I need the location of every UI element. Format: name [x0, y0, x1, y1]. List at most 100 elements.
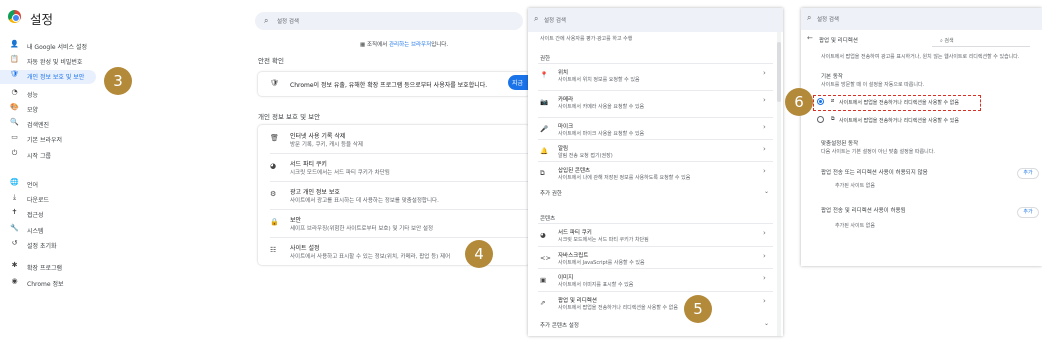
sidebar-item[interactable]: ◉ Chrome 정보: [0, 277, 100, 291]
add-allowed-button[interactable]: 추가: [1017, 207, 1039, 218]
power-icon: ⏻: [11, 149, 18, 157]
divider: [538, 90, 773, 91]
managed-browser-link[interactable]: 관리하는 브라우저: [389, 42, 431, 48]
privacy-row-title: 인터넷 사용 기록 삭제: [290, 133, 346, 140]
image-icon: ▣: [540, 276, 547, 284]
scrollbar[interactable]: [777, 32, 781, 336]
settings-search-input[interactable]: ⌕ 설정 검색: [255, 12, 523, 30]
scrollbar-thumb[interactable]: [777, 42, 781, 102]
sidebar-item-label: 성능: [27, 92, 39, 99]
add-not-allowed-button[interactable]: 추가: [1017, 168, 1039, 179]
cookie-icon: ◕: [270, 162, 277, 170]
divider: [538, 291, 773, 292]
sidebar-item[interactable]: ▭ 기본 브라우저: [0, 133, 100, 147]
code-icon: <>: [540, 254, 551, 262]
divider: [538, 246, 773, 247]
sidebar-item[interactable]: 🛡 개인 정보 보호 및 보안: [0, 70, 96, 84]
group-label: 콘텐츠: [540, 216, 556, 222]
chevron-right-icon: ›: [763, 229, 766, 237]
sidebar-item[interactable]: ✱ 확장 프로그램: [0, 261, 100, 275]
site-setting-title: 삽입된 콘텐츠: [558, 168, 591, 174]
site-settings-search-input[interactable]: ⌕ 설정 검색: [528, 8, 783, 32]
sidebar-item[interactable]: ⏻ 시작 그룹: [0, 149, 100, 163]
sidebar-item[interactable]: 📋 자동 완성 및 비밀번호: [0, 55, 100, 69]
privacy-row[interactable]: ◕ 서드 파티 쿠키 시크릿 모드에서는 서드 파티 쿠키가 차단됨: [258, 153, 530, 181]
popups-site-search-input[interactable]: ⌕ 검색: [932, 37, 1030, 47]
popups-description: 사이트에서 팝업을 전송하여 광고를 표시하거나, 원치 않는 웹사이트로 리디…: [821, 54, 1020, 60]
privacy-row-subtitle: 방문 기록, 쿠키, 캐시 등을 삭제: [290, 142, 363, 148]
site-setting-row[interactable]: 📷 카메라 사이트에서 카메라 사용을 요청할 수 있음 ›: [528, 90, 773, 115]
site-setting-subtitle: 사이트에서 카메라 사용을 요청할 수 있음: [558, 104, 645, 110]
puzzle-icon: ✱: [11, 261, 18, 269]
sliders-icon: ☷: [270, 246, 277, 254]
group-label[interactable]: 추가 권한: [540, 189, 562, 197]
group-label[interactable]: 추가 콘텐츠 설정: [540, 321, 579, 329]
radio-allow-popups[interactable]: [817, 116, 824, 123]
safety-check-card: 🛡 Chrome이 정보 유출, 유해한 확장 프로그램 등으로부터 사용자를 …: [258, 72, 530, 96]
sidebar-item-label: 내 Google 서비스 설정: [27, 44, 88, 51]
sidebar-item-label: 모양: [27, 107, 39, 114]
popups-search-input[interactable]: ⌕ 설정 검색: [801, 8, 1042, 30]
step-badge-6: 6: [785, 88, 813, 116]
divider: [538, 63, 773, 64]
chrome-icon: ◉: [11, 277, 18, 285]
privacy-row[interactable]: ⚙ 광고 개인 정보 보호 사이트에서 광고를 표시하는 데 사용하는 정보를 맞춤…: [258, 181, 530, 209]
site-setting-row[interactable]: ◕ 서드 파티 쿠키 시크릿 모드에서는 서드 파티 쿠키가 차단됨 ›: [528, 223, 773, 248]
site-setting-title: 카메라: [558, 97, 574, 103]
sidebar-item[interactable]: 🌐 언어: [0, 178, 100, 192]
sidebar-item[interactable]: 👤 내 Google 서비스 설정: [0, 40, 100, 54]
privacy-row-title: 서드 파티 쿠키: [290, 161, 327, 168]
divider: [538, 268, 773, 269]
sidebar-item[interactable]: ◔ 성능: [0, 88, 100, 102]
step-badge-3: 3: [104, 67, 132, 95]
sidebar-item[interactable]: ↺ 설정 초기화: [0, 239, 100, 253]
site-setting-row[interactable]: 📍 위치 사이트에서 위치 정보를 요청할 수 있음 ›: [528, 63, 773, 88]
site-settings-panel: ⌕ 설정 검색 사이트 간에 사용자를 평가·광고를 하고 수행 권한 📍 위치 사이트…: [528, 8, 783, 336]
sidebar-item[interactable]: ⤓ 다운로드: [0, 193, 100, 207]
sidebar-item-label: 다운로드: [27, 197, 50, 204]
sidebar-item[interactable]: 🎨 모양: [0, 103, 100, 117]
site-setting-title: 알림: [558, 146, 569, 152]
sidebar-item[interactable]: ✝ 접근성: [0, 208, 100, 222]
privacy-row-title: 광고 개인 정보 보호: [290, 189, 340, 196]
sidebar-item-label: 시작 그룹: [27, 153, 51, 160]
search-icon: ⌕: [807, 13, 812, 22]
divider: [270, 181, 530, 182]
site-setting-row[interactable]: ▣ 이미지 사이트에서 이미지를 표시할 수 있음 ›: [528, 268, 773, 293]
site-setting-row[interactable]: ⧉ 삽입된 콘텐츠 사이트에서 나에 관해 저장된 정보를 사용하도록 요청할 수 …: [528, 161, 773, 186]
camera-icon: 📷: [540, 98, 549, 106]
step-badge-4: 4: [465, 240, 493, 268]
safety-check-go-button[interactable]: 지금: [508, 75, 530, 90]
chevron-right-icon: ›: [763, 274, 766, 282]
privacy-row-subtitle: 사이트에서 광고를 표시하는 데 사용하는 정보를 맞춤설정합니다.: [290, 198, 439, 204]
custom-behavior-sub: 다음 사이트는 기본 설정이 아닌 맞춤 설정을 따릅니다.: [821, 149, 935, 155]
site-setting-subtitle: 사이트에서 위치 정보를 요청할 수 있음: [558, 77, 640, 83]
privacy-row[interactable]: 🔒 보안 세이프 브라우징(위험한 사이트로부터 보호) 및 기타 보안 설정: [258, 209, 530, 237]
chevron-down-icon[interactable]: ⌄: [764, 320, 769, 327]
privacy-row[interactable]: 🗑 인터넷 사용 기록 삭제 방문 기록, 쿠키, 캐시 등을 삭제: [258, 125, 530, 153]
palette-icon: 🎨: [10, 103, 19, 111]
back-arrow-icon[interactable]: ←: [807, 34, 813, 42]
site-setting-title: 자바스크립트: [558, 253, 589, 259]
site-setting-title: 이미지: [558, 275, 574, 281]
globe-icon: 🌐: [10, 178, 19, 186]
site-setting-subtitle: 시크릿 모드에서는 서드 파티 쿠키가 차단됨: [558, 237, 649, 243]
site-setting-row[interactable]: ⇗ 팝업 및 리디렉션 사이트에서 팝업을 전송하거나 리디렉션을 사용할 수 없음…: [528, 291, 773, 316]
chevron-down-icon[interactable]: ⌄: [764, 188, 769, 195]
sidebar-item[interactable]: 🔧 시스템: [0, 224, 100, 238]
not-allowed-empty: 추가된 사이트 없음: [835, 183, 875, 189]
speedometer-icon: ◔: [11, 88, 18, 96]
chevron-right-icon: ›: [763, 69, 766, 77]
sidebar-item-label: 개인 정보 보호 및 보안: [27, 74, 85, 81]
download-icon: ⤓: [12, 193, 17, 201]
custom-behavior-title: 맞춤설정된 동작: [821, 141, 859, 147]
permissions-top-text: 사이트 간에 사용자를 평가·광고를 하고 수행: [540, 36, 633, 42]
option-allow-label: 사이트에서 팝업을 전송하거나 리디렉션을 사용할 수 있음: [839, 118, 959, 124]
site-setting-subtitle: 사이트에서 팝업을 전송하거나 리디렉션을 사용할 수 없음: [558, 305, 678, 311]
search-icon: 🔍: [10, 118, 19, 126]
site-setting-title: 팝업 및 리디렉션: [558, 298, 597, 304]
sidebar-item[interactable]: 🔍 검색엔진: [0, 118, 100, 132]
page-title: 설정: [30, 12, 54, 27]
site-setting-title: 위치: [558, 70, 569, 76]
not-allowed-title: 팝업 전송 또는 리디렉션 사용이 허용되지 않음: [821, 170, 928, 176]
